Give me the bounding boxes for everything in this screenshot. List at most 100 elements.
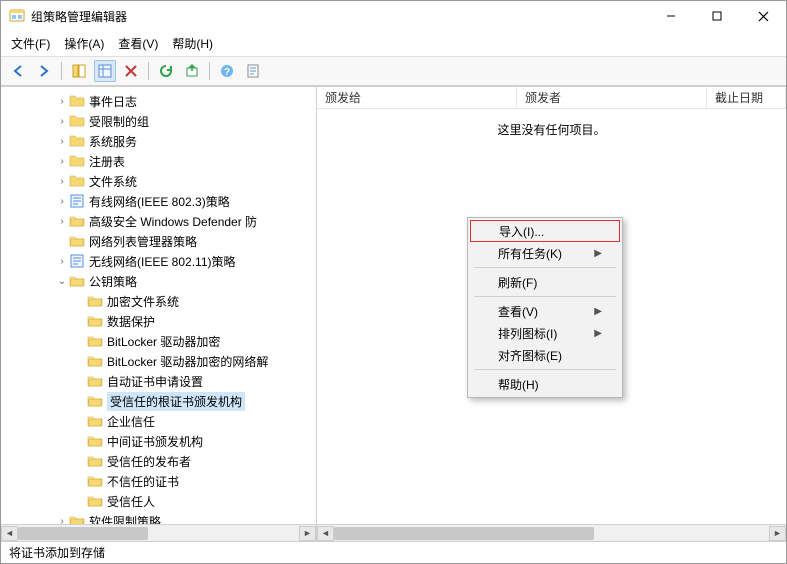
- tree-item[interactable]: ›软件限制策略: [1, 511, 316, 524]
- chevron-right-icon: ▶: [594, 248, 602, 259]
- folder-open-icon: [69, 513, 85, 524]
- cm-refresh-label: 刷新(F): [498, 274, 537, 291]
- tree-item-label: 注册表: [89, 153, 125, 170]
- col-expiration[interactable]: 截止日期: [707, 87, 786, 108]
- expander-closed-icon[interactable]: ›: [55, 196, 69, 207]
- main-area: ›事件日志›受限制的组›系统服务›注册表›文件系统›有线网络(IEEE 802.…: [1, 86, 786, 541]
- show-details-button[interactable]: [94, 60, 116, 82]
- tree-item[interactable]: 自动证书申请设置: [1, 371, 316, 391]
- list-body[interactable]: 这里没有任何项目。 导入(I)... 所有任务(K) ▶ 刷新(F) 查看(V)…: [317, 109, 786, 524]
- tree-item[interactable]: ›事件日志: [1, 91, 316, 111]
- folder-open-icon: [87, 433, 103, 449]
- cm-help[interactable]: 帮助(H): [470, 373, 620, 395]
- close-button[interactable]: [740, 1, 786, 31]
- tree-item-label: 系统服务: [89, 133, 137, 150]
- list-header: 颁发给 颁发者 截止日期: [317, 87, 786, 109]
- delete-button[interactable]: [120, 60, 142, 82]
- menu-view[interactable]: 查看(V): [118, 35, 158, 52]
- expander-closed-icon[interactable]: ›: [55, 216, 69, 227]
- cm-arrange[interactable]: 排列图标(I) ▶: [470, 322, 620, 344]
- tree-item-label: 加密文件系统: [107, 293, 179, 310]
- cm-refresh[interactable]: 刷新(F): [470, 271, 620, 293]
- expander-open-icon[interactable]: ⌄: [55, 276, 69, 287]
- scroll-thumb[interactable]: [18, 527, 148, 540]
- properties-button[interactable]: [242, 60, 264, 82]
- menu-help[interactable]: 帮助(H): [172, 35, 213, 52]
- export-button[interactable]: [181, 60, 203, 82]
- tree-item[interactable]: 受信任的发布者: [1, 451, 316, 471]
- folder-open-icon: [69, 233, 85, 249]
- app-icon: [9, 8, 25, 24]
- cm-all-tasks[interactable]: 所有任务(K) ▶: [470, 242, 620, 264]
- scroll-right-icon[interactable]: ►: [299, 526, 316, 541]
- tree-item[interactable]: 受信任人: [1, 491, 316, 511]
- tree-item[interactable]: 受信任的根证书颁发机构: [1, 391, 316, 411]
- folder-icon: [69, 93, 85, 109]
- tree-item[interactable]: ›受限制的组: [1, 111, 316, 131]
- tree-item[interactable]: BitLocker 驱动器加密的网络解: [1, 351, 316, 371]
- tree-item[interactable]: ›文件系统: [1, 171, 316, 191]
- cm-separator: [474, 296, 616, 297]
- folder-open-icon: [87, 493, 103, 509]
- tree-item[interactable]: ›有线网络(IEEE 802.3)策略: [1, 191, 316, 211]
- col-issuer[interactable]: 颁发者: [517, 87, 707, 108]
- tree-item-label: 公钥策略: [89, 273, 137, 290]
- cm-view[interactable]: 查看(V) ▶: [470, 300, 620, 322]
- cm-view-label: 查看(V): [498, 303, 538, 320]
- scroll-thumb[interactable]: [334, 527, 594, 540]
- nav-back-button[interactable]: [7, 60, 29, 82]
- cm-import[interactable]: 导入(I)...: [470, 220, 620, 242]
- tree-hscrollbar[interactable]: ◄ ►: [1, 524, 316, 541]
- nav-forward-button[interactable]: [33, 60, 55, 82]
- expander-closed-icon[interactable]: ›: [55, 256, 69, 267]
- help-button[interactable]: ?: [216, 60, 238, 82]
- tree-item[interactable]: › 系统服务: [1, 131, 316, 151]
- folder-open-icon: [69, 273, 85, 289]
- minimize-button[interactable]: [648, 1, 694, 31]
- tree-item[interactable]: 不信任的证书: [1, 471, 316, 491]
- tree-item-label: 受信任人: [107, 493, 155, 510]
- list-hscrollbar[interactable]: ◄ ►: [317, 524, 786, 541]
- expander-closed-icon[interactable]: ›: [55, 516, 69, 525]
- maximize-button[interactable]: [694, 1, 740, 31]
- tree-item-label: 自动证书申请设置: [107, 373, 203, 390]
- policy-icon: [69, 193, 85, 209]
- tree-item[interactable]: 企业信任: [1, 411, 316, 431]
- toolbar-separator: [148, 62, 149, 80]
- chevron-right-icon: ▶: [594, 328, 602, 339]
- tree-item[interactable]: BitLocker 驱动器加密: [1, 331, 316, 351]
- folder-open-icon: [87, 473, 103, 489]
- refresh-button[interactable]: [155, 60, 177, 82]
- menu-action[interactable]: 操作(A): [64, 35, 104, 52]
- folder-icon: [69, 153, 85, 169]
- tree-item[interactable]: ⌄ 公钥策略: [1, 271, 316, 291]
- tree-item[interactable]: ›无线网络(IEEE 802.11)策略: [1, 251, 316, 271]
- cm-separator: [474, 267, 616, 268]
- expander-closed-icon[interactable]: ›: [55, 156, 69, 167]
- expander-closed-icon[interactable]: ›: [55, 96, 69, 107]
- cm-align[interactable]: 对齐图标(E): [470, 344, 620, 366]
- show-tree-button[interactable]: [68, 60, 90, 82]
- folder-icon: [69, 113, 85, 129]
- tree-item[interactable]: ›高级安全 Windows Defender 防: [1, 211, 316, 231]
- cm-align-label: 对齐图标(E): [498, 347, 562, 364]
- tree-item[interactable]: 加密文件系统: [1, 291, 316, 311]
- menu-file[interactable]: 文件(F): [11, 35, 50, 52]
- tree[interactable]: ›事件日志›受限制的组›系统服务›注册表›文件系统›有线网络(IEEE 802.…: [1, 87, 316, 524]
- expander-closed-icon[interactable]: ›: [55, 136, 69, 147]
- folder-open-icon: [87, 313, 103, 329]
- tree-item[interactable]: › 注册表: [1, 151, 316, 171]
- tree-item[interactable]: 数据保护: [1, 311, 316, 331]
- scroll-left-icon[interactable]: ◄: [1, 526, 18, 541]
- expander-closed-icon[interactable]: ›: [55, 116, 69, 127]
- expander-closed-icon[interactable]: ›: [55, 176, 69, 187]
- col-issued-to[interactable]: 颁发给: [317, 87, 517, 108]
- scroll-right-icon[interactable]: ►: [769, 526, 786, 541]
- tree-item[interactable]: 中间证书颁发机构: [1, 431, 316, 451]
- statusbar: 将证书添加到存储: [1, 541, 786, 563]
- cm-import-label: 导入(I)...: [499, 223, 544, 240]
- toolbar: ?: [1, 56, 786, 86]
- scroll-left-icon[interactable]: ◄: [317, 526, 334, 541]
- menubar: 文件(F) 操作(A) 查看(V) 帮助(H): [1, 31, 786, 56]
- tree-item[interactable]: 网络列表管理器策略: [1, 231, 316, 251]
